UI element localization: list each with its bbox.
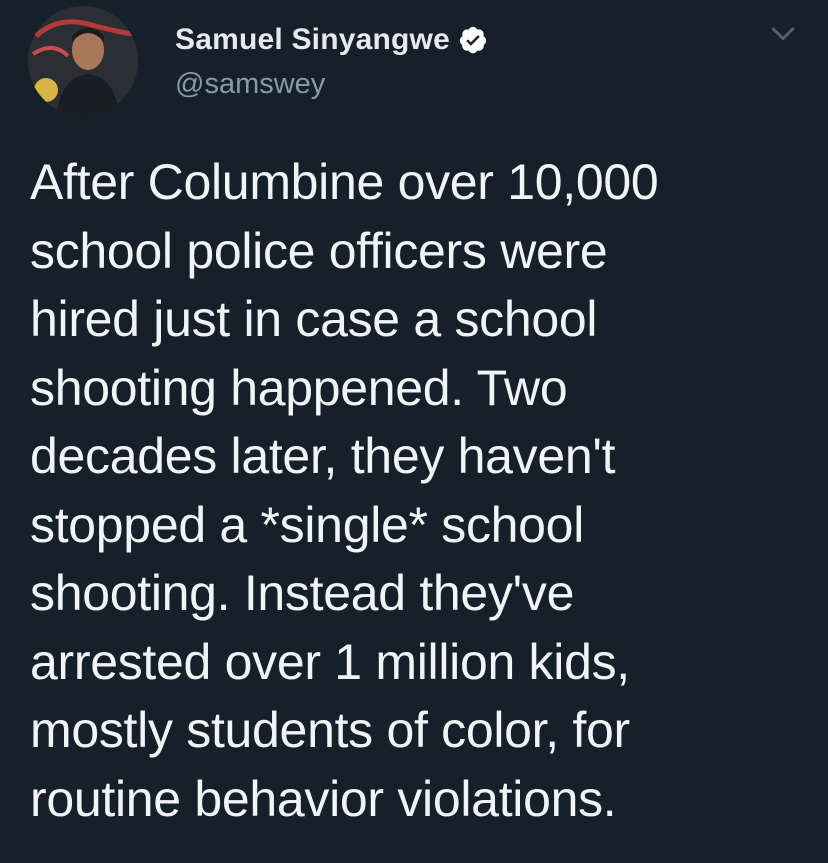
tweet-line: school police officers were [30, 222, 608, 279]
display-name[interactable]: Samuel Sinyangwe [175, 23, 450, 57]
name-row: Samuel Sinyangwe [175, 20, 488, 60]
tweet-line: shooting happened. Two [30, 359, 568, 416]
tweet-line: After Columbine over 10,000 [30, 154, 659, 210]
tweet-header: Samuel Sinyangwe @samswey [28, 6, 800, 116]
author-handle[interactable]: @samswey [175, 68, 325, 101]
tweet-line: stopped a *single* school [30, 496, 584, 553]
tweet-line: shooting. Instead they've [30, 565, 575, 621]
tweet-text: After Columbine over 10,000 school polic… [30, 148, 810, 833]
tweet-line: arrested over 1 million kids, [30, 633, 630, 690]
tweet-line: hired just in case a school [30, 291, 598, 347]
tweet-line: routine behavior violations. [30, 770, 617, 827]
tweet-line: mostly students of color, for [30, 702, 630, 758]
chevron-down-icon[interactable] [766, 16, 800, 50]
verified-badge-icon [459, 26, 487, 54]
avatar-image [28, 6, 138, 116]
tweet-line: decades later, they haven't [30, 428, 616, 484]
avatar[interactable] [28, 6, 138, 116]
tweet-card: Samuel Sinyangwe @samswey After Columbin… [0, 0, 828, 863]
